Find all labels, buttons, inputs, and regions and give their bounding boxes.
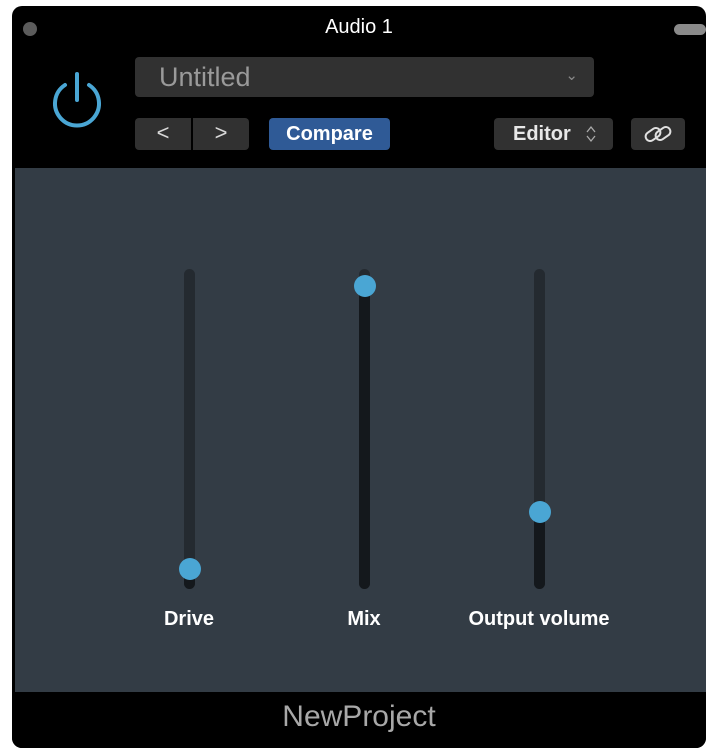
link-button[interactable]: [631, 118, 685, 150]
footer-bar: NewProject: [12, 692, 706, 748]
slider-handle[interactable]: [354, 274, 376, 297]
title-bar[interactable]: Audio 1: [12, 6, 706, 50]
previous-preset-button[interactable]: <: [135, 118, 191, 150]
plugin-name: NewProject: [282, 700, 436, 733]
slider-label: Drive: [163, 608, 215, 630]
chevron-down-icon: ⌄: [565, 67, 578, 84]
slider-track[interactable]: [359, 269, 370, 589]
slider-label: Mix: [347, 608, 381, 630]
view-selector-label: Editor: [513, 123, 571, 145]
slider-handle[interactable]: [179, 558, 201, 581]
slider-label: Output volume: [468, 608, 610, 630]
power-button[interactable]: [42, 66, 112, 136]
preset-name: Untitled: [159, 62, 251, 92]
slider-fill: [359, 285, 370, 589]
chevron-right-icon: >: [214, 120, 228, 145]
slider-track[interactable]: [184, 269, 195, 589]
preset-menu[interactable]: Untitled ⌄: [135, 57, 594, 97]
plugin-editor: Drive Mix Output volume: [15, 168, 706, 692]
power-icon: [53, 72, 101, 128]
next-preset-button[interactable]: >: [193, 118, 249, 150]
slider-handle[interactable]: [529, 501, 551, 524]
slider-fill: [534, 512, 545, 589]
up-down-arrows-icon: [586, 118, 596, 147]
slider-track[interactable]: [534, 269, 545, 589]
plugin-window: Audio 1 Untitled ⌄ < > Compare Editor Dr…: [12, 6, 706, 748]
chevron-left-icon: <: [156, 120, 170, 145]
window-title: Audio 1: [325, 16, 393, 38]
toolbar-toggle-button[interactable]: [674, 24, 706, 35]
compare-button[interactable]: Compare: [269, 118, 390, 150]
view-selector[interactable]: Editor: [494, 118, 613, 150]
link-icon: [644, 125, 672, 143]
